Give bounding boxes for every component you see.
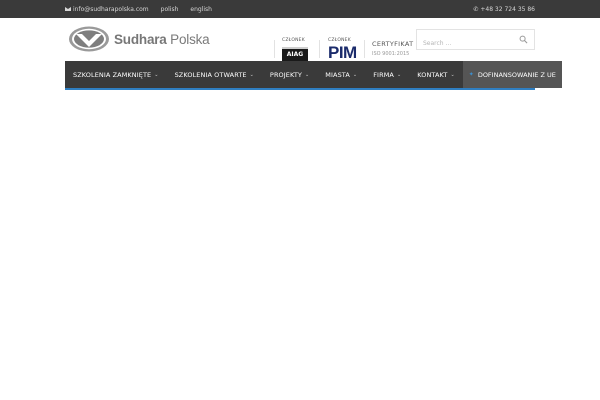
- search-icon[interactable]: [519, 35, 528, 44]
- language-polish-label: polish: [160, 5, 179, 13]
- nav-accent-line: [65, 88, 535, 90]
- nav-item-dofinansowanie[interactable]: ✦ DOFINANSOWANIE Z UE: [462, 61, 562, 88]
- divider: [274, 40, 275, 58]
- brand-name: Sudhara Polska: [114, 31, 210, 47]
- nav-item-szkolenia-zamkniete[interactable]: SZKOLENIA ZAMKNIĘTE ⌄: [65, 61, 167, 88]
- certificate-caption: CERTYFIKAT: [372, 40, 414, 48]
- certificate-standard: ISO 9001:2015: [372, 51, 410, 57]
- top-bar: info@sudharapolska.com polish english ✆ …: [0, 0, 600, 18]
- email-text: info@sudharapolska.com: [73, 5, 149, 13]
- search-input[interactable]: [417, 34, 512, 53]
- phone-link[interactable]: ✆ +48 32 724 35 86: [473, 0, 535, 18]
- main-nav: SZKOLENIA ZAMKNIĘTE ⌄ SZKOLENIA OTWARTE ⌄ …: [65, 61, 562, 88]
- partner-aiag-caption: CZŁONEK: [282, 38, 305, 43]
- nav-item-kontakt[interactable]: KONTAKT ⌄: [409, 61, 463, 88]
- nav-item-label: DOFINANSOWANIE Z UE: [477, 70, 556, 79]
- divider: [364, 40, 365, 58]
- email-link[interactable]: info@sudharapolska.com: [65, 6, 149, 13]
- nav-item-label: PROJEKTY: [269, 70, 302, 79]
- language-english-label: english: [190, 5, 212, 13]
- pim-logo: PIM: [328, 43, 357, 62]
- nav-item-label: SZKOLENIA ZAMKNIĘTE: [73, 70, 152, 79]
- nav-item-firma[interactable]: FIRMA ⌄: [365, 61, 409, 88]
- nav-item-miasta[interactable]: MIASTA ⌄: [317, 61, 365, 88]
- nav-item-label: MIASTA: [325, 70, 350, 79]
- eu-flag-icon: ✦: [468, 71, 474, 78]
- nav-item-label: FIRMA: [373, 70, 394, 79]
- nav-item-label: SZKOLENIA OTWARTE: [174, 70, 247, 79]
- phone-text: +48 32 724 35 86: [480, 5, 535, 13]
- nav-item-szkolenia-otwarte[interactable]: SZKOLENIA OTWARTE ⌄: [167, 61, 262, 88]
- language-polish-link[interactable]: polish: [161, 6, 179, 13]
- nav-item-label: KONTAKT: [417, 70, 448, 79]
- chevron-down-icon: ⌄: [249, 71, 254, 78]
- site-logo[interactable]: Sudhara Polska: [68, 25, 210, 53]
- phone-icon: ✆: [473, 5, 479, 13]
- chevron-down-icon: ⌄: [154, 71, 159, 78]
- aiag-logo: AIAG: [282, 47, 308, 61]
- chevron-down-icon: ⌄: [450, 71, 455, 78]
- chevron-down-icon: ⌄: [352, 71, 358, 78]
- site-header: Sudhara Polska CZŁONEK AIAG CZŁONEK PIM …: [0, 18, 600, 61]
- chevron-down-icon: ⌄: [396, 71, 402, 78]
- top-bar-left: info@sudharapolska.com polish english: [65, 0, 224, 18]
- nav-item-projekty[interactable]: PROJEKTY ⌄: [262, 61, 317, 88]
- sudhara-logo-icon: [69, 26, 109, 52]
- envelope-icon: [65, 7, 71, 11]
- language-english-link[interactable]: english: [190, 6, 212, 13]
- chevron-down-icon: ⌄: [305, 71, 310, 78]
- search-box: [416, 29, 535, 53]
- divider: [319, 40, 320, 58]
